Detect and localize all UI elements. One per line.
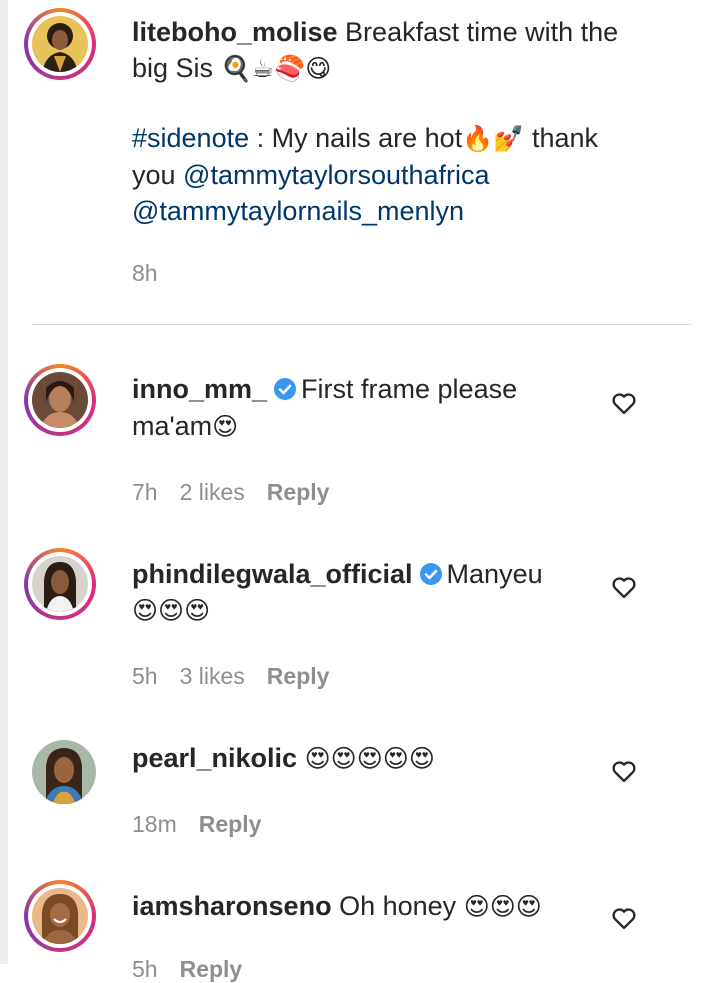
heart-outline-icon[interactable] (610, 904, 638, 932)
comment-emoji: 😍😍😍 (463, 892, 542, 921)
comment-line-1: inno_mm_ First frame please (132, 371, 517, 407)
comment-avatar[interactable] (24, 548, 96, 620)
comment-line-2: 😍😍😍 (132, 592, 210, 629)
comment-meta: 5h Reply (132, 956, 264, 983)
caption-emoji: 🍳☕🍣😋 (220, 54, 332, 83)
reply-button[interactable]: Reply (199, 811, 262, 837)
comment-line-2: ma'am😍 (132, 408, 238, 445)
comment-emoji: 😍😍😍😍😍 (304, 744, 435, 773)
reply-button[interactable]: Reply (267, 663, 330, 689)
caption-username[interactable]: liteboho_molise (132, 17, 338, 47)
comment-username[interactable]: iamsharonseno (132, 891, 332, 921)
caption-time: 8h (132, 260, 158, 286)
comment-time: 7h (132, 479, 158, 505)
left-edge (0, 0, 8, 964)
caption-line-1: liteboho_molise Breakfast time with the (132, 14, 618, 50)
comment-meta: 5h 3 likes Reply (132, 663, 351, 690)
comment-emoji: 😍 (212, 412, 239, 441)
caption-text: you (132, 160, 184, 190)
comment-likes[interactable]: 2 likes (180, 479, 245, 505)
comment-line-1: pearl_nikolic 😍😍😍😍😍 (132, 740, 435, 777)
comment-meta: 7h 2 likes Reply (132, 479, 351, 506)
mention-link[interactable]: @tammytaylorsouthafrica (183, 160, 490, 190)
divider (32, 324, 692, 325)
comment-username[interactable]: pearl_nikolic (132, 743, 297, 773)
hashtag-link[interactable]: #sidenote (132, 123, 249, 153)
comment-username[interactable]: phindilegwala_official (132, 559, 413, 589)
caption-line-2: big Sis 🍳☕🍣😋 (132, 50, 331, 87)
caption-avatar[interactable] (24, 8, 96, 80)
heart-outline-icon[interactable] (610, 757, 638, 785)
caption-text: big Sis (132, 53, 221, 83)
caption-text: Breakfast time with the (337, 17, 619, 47)
comment-text: ma'am (132, 411, 213, 441)
caption-text: thank (524, 123, 599, 153)
comment-emoji: 😍😍😍 (132, 596, 211, 625)
comment-text: Oh honey (339, 891, 457, 921)
verified-badge-icon (419, 563, 442, 585)
verified-badge-icon (274, 378, 297, 400)
comment-likes[interactable]: 3 likes (180, 663, 245, 689)
caption-line-5: @tammytaylornails_menlyn (132, 193, 464, 229)
heart-outline-icon[interactable] (610, 389, 638, 417)
comment-time: 5h (132, 663, 158, 689)
comment-username[interactable]: inno_mm_ (132, 374, 267, 404)
reply-button[interactable]: Reply (180, 956, 243, 982)
caption-emoji: 🔥💅 (462, 124, 525, 153)
caption-line-3: #sidenote : My nails are hot🔥💅 thank (132, 120, 598, 157)
comment-text: Manyeu (446, 559, 543, 589)
comment-avatar[interactable] (24, 880, 96, 952)
mention-link[interactable]: @tammytaylornails_menlyn (132, 196, 464, 226)
comment-time: 5h (132, 956, 158, 982)
comment-line-1: iamsharonseno Oh honey 😍😍😍 (132, 888, 542, 925)
heart-outline-icon[interactable] (610, 573, 638, 601)
caption-line-4: you @tammytaylorsouthafrica (132, 157, 490, 193)
comment-meta: 18m Reply (132, 811, 283, 838)
caption-text: : My nails are hot (249, 123, 463, 153)
comment-avatar[interactable] (32, 740, 96, 804)
caption-meta: 8h (132, 260, 180, 287)
comment-text: First frame please (301, 374, 518, 404)
comment-time: 18m (132, 811, 177, 837)
comment-line-1: phindilegwala_official Manyeu (132, 556, 543, 592)
reply-button[interactable]: Reply (267, 479, 330, 505)
comment-avatar[interactable] (24, 364, 96, 436)
